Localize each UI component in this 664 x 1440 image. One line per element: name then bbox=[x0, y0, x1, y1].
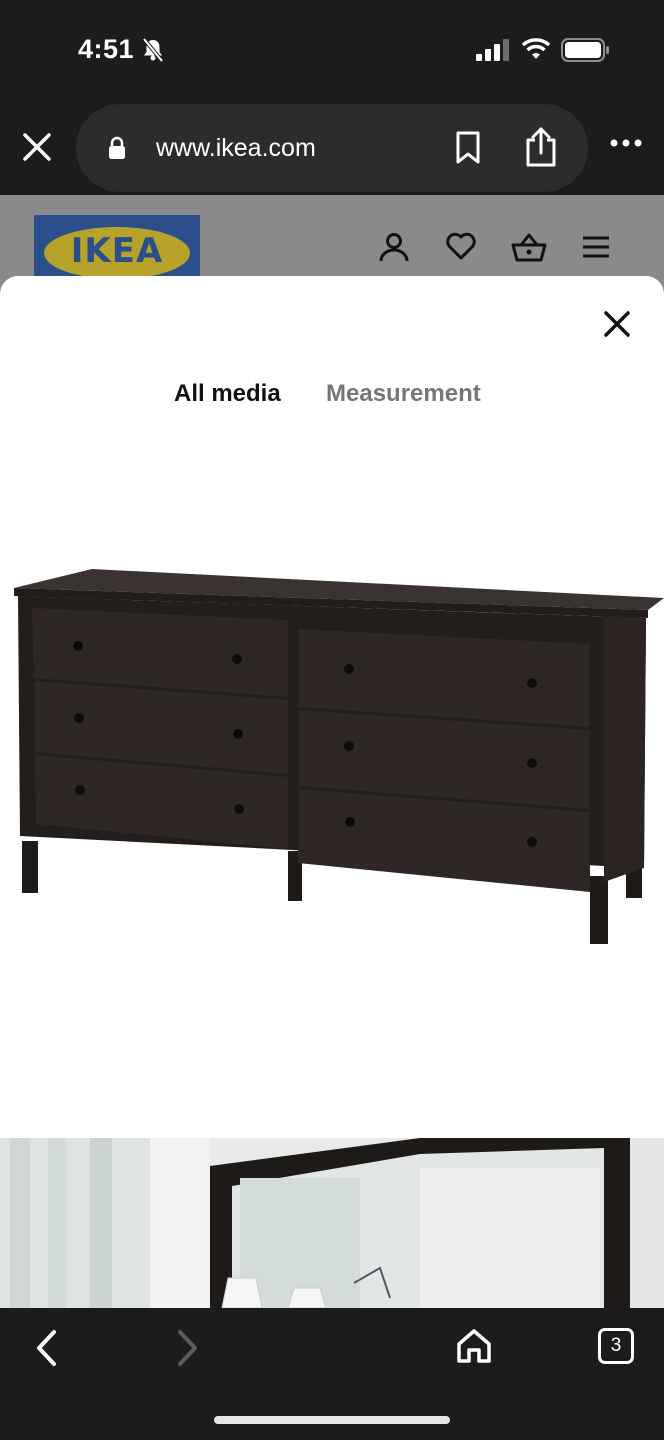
wifi-icon bbox=[521, 38, 551, 59]
tabs-button[interactable]: 3 bbox=[598, 1328, 634, 1364]
media-tabs: All media Measurement bbox=[0, 380, 664, 420]
product-image[interactable] bbox=[0, 566, 664, 966]
url-text: www.ikea.com bbox=[156, 134, 316, 162]
basket-icon[interactable] bbox=[511, 231, 547, 263]
bookmark-icon[interactable] bbox=[454, 130, 482, 166]
home-indicator bbox=[214, 1416, 450, 1424]
account-icon[interactable] bbox=[378, 231, 410, 263]
room-photo[interactable] bbox=[0, 1138, 664, 1308]
home-icon[interactable] bbox=[454, 1326, 494, 1366]
forward-icon[interactable] bbox=[172, 1328, 202, 1368]
tab-all-media[interactable]: All media bbox=[174, 380, 281, 408]
address-bar[interactable]: www.ikea.com bbox=[76, 104, 588, 192]
status-time: 4:51 bbox=[78, 34, 135, 64]
logo-text: IKEA bbox=[70, 231, 164, 271]
browser-bottom-bar: 3 bbox=[0, 1308, 664, 1440]
back-icon[interactable] bbox=[32, 1328, 62, 1368]
bell-slash-icon bbox=[142, 37, 164, 63]
lock-icon bbox=[109, 136, 125, 159]
battery-icon bbox=[561, 38, 609, 62]
close-icon[interactable] bbox=[600, 307, 634, 341]
share-icon[interactable] bbox=[523, 126, 559, 168]
more-icon[interactable] bbox=[610, 138, 642, 148]
status-bar: 4:51 bbox=[0, 0, 664, 100]
browser-toolbar: www.ikea.com bbox=[0, 100, 664, 195]
tab-measurement[interactable]: Measurement bbox=[326, 380, 481, 408]
close-icon[interactable] bbox=[20, 130, 54, 164]
menu-icon[interactable] bbox=[581, 235, 611, 259]
signal-icon bbox=[476, 39, 509, 61]
heart-icon[interactable] bbox=[445, 231, 477, 261]
media-modal: All media Measurement bbox=[0, 276, 664, 1308]
